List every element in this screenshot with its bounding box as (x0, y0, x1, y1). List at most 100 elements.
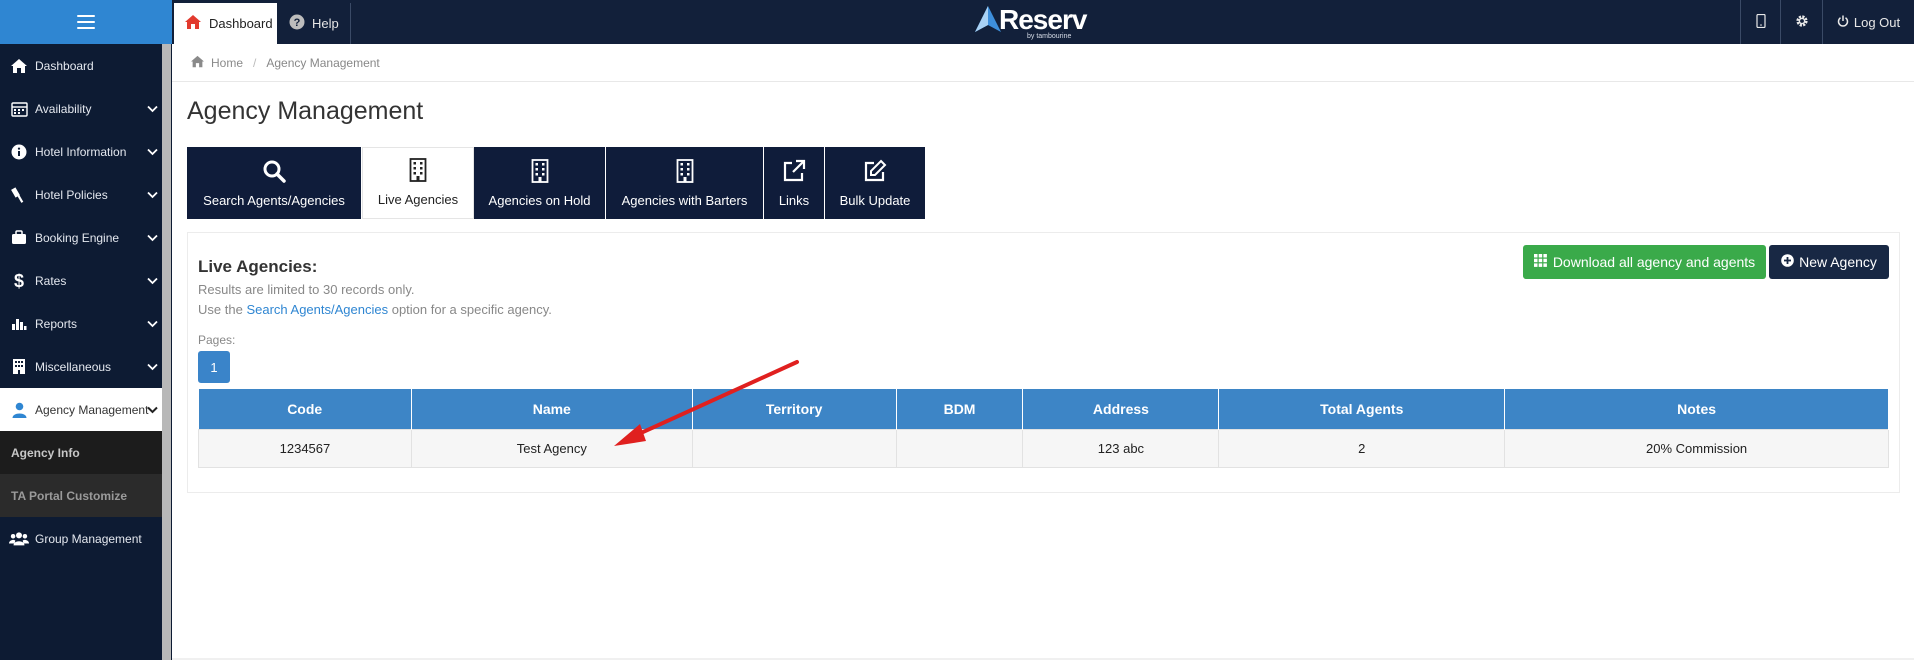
sidebar-item-label: Group Management (35, 531, 142, 546)
chevron-down-icon (147, 145, 158, 159)
new-agency-label: New Agency (1799, 254, 1877, 270)
chevron-down-icon (147, 403, 158, 417)
new-agency-button[interactable]: New Agency (1769, 245, 1889, 279)
sidebar-item-label: Agency Management (35, 402, 149, 417)
top-tab-help-label: Help (312, 16, 339, 31)
power-icon (1837, 15, 1849, 30)
breadcrumb-divider (172, 81, 1914, 82)
briefcase-icon (9, 228, 29, 248)
breadcrumb: Home / Agency Management (190, 55, 380, 71)
sidebar-subitem-label: TA Portal Customize (11, 488, 128, 503)
column-header-code[interactable]: Code (198, 389, 412, 429)
logout-label: Log Out (1853, 14, 1901, 30)
svg-text:$: $ (14, 272, 24, 290)
logout-button[interactable]: Log Out (1822, 0, 1914, 44)
cell-total-agents: 2 (1218, 428, 1506, 468)
page-1-button[interactable]: 1 (198, 351, 230, 383)
sidebar-item-agency-management[interactable]: Agency Management (0, 388, 162, 431)
column-header-address[interactable]: Address (1022, 389, 1220, 429)
tab-label: Search Agents/Agencies (203, 193, 345, 208)
top-tab-help[interactable]: ? Help (279, 3, 351, 44)
sidebar-item-hotel-information[interactable]: Hotel Information (0, 130, 162, 173)
sidebar-item-availability[interactable]: Availability (0, 87, 162, 130)
sidebar-item-label: Rates (35, 273, 67, 288)
sidebar-item-group-management[interactable]: Group Management (0, 517, 162, 560)
table-row[interactable]: 1234567 Test Agency 123 abc 2 20% Commis… (198, 428, 1889, 468)
tab-bulk-update[interactable]: Bulk Update (825, 147, 926, 219)
tablet-icon (1755, 13, 1766, 31)
agency-tabs: Search Agents/Agencies Live Agencies Age… (187, 147, 926, 219)
cell-code: 1234567 (198, 428, 412, 468)
chevron-down-icon (147, 274, 158, 288)
column-header-total-agents[interactable]: Total Agents (1218, 389, 1506, 429)
sidebar-scrollbar[interactable] (162, 44, 171, 660)
tablet-button[interactable] (1740, 0, 1780, 44)
sidebar-item-booking-engine[interactable]: Booking Engine (0, 216, 162, 259)
home-icon (9, 56, 29, 76)
download-all-button[interactable]: Download all agency and agents (1523, 245, 1766, 279)
sidebar-toggle-button[interactable] (0, 0, 172, 44)
cell-notes: 20% Commission (1504, 428, 1889, 468)
sidebar-item-label: Dashboard (35, 58, 94, 73)
home-icon (190, 55, 205, 71)
svg-text:?: ? (294, 17, 301, 29)
pages-label: Pages: (198, 333, 236, 347)
sidebar-item-label: Availability (35, 101, 92, 116)
note-prefix: Use the (198, 302, 243, 317)
info-circle-icon (9, 142, 29, 162)
sidebar-item-label: Miscellaneous (35, 359, 112, 374)
sidebar-item-miscellaneous[interactable]: Miscellaneous (0, 345, 162, 388)
panel-limit-note: Results are limited to 30 records only. (198, 282, 415, 297)
search-agents-link[interactable]: Search Agents/Agencies (246, 302, 388, 317)
tab-agencies-with-barters[interactable]: Agencies with Barters (606, 147, 764, 219)
sidebar-item-label: Hotel Information (35, 144, 127, 159)
page-title: Agency Management (187, 97, 424, 125)
sidebar-subitem-agency-info[interactable]: Agency Info (0, 431, 162, 474)
breadcrumb-home-link[interactable]: Home (190, 55, 243, 71)
cell-address: 123 abc (1022, 428, 1220, 468)
user-icon (9, 400, 29, 420)
tab-label: Links (778, 193, 810, 208)
logo-mark-icon (975, 6, 1001, 32)
grid-icon (1533, 254, 1547, 270)
chevron-down-icon (147, 317, 158, 331)
sidebar-item-hotel-policies[interactable]: Hotel Policies (0, 173, 162, 216)
table-header-row: Code Name Territory BDM Address Total Ag… (198, 389, 1889, 429)
panel-search-note: Use the Search Agents/Agencies option fo… (198, 302, 552, 317)
building-icon (9, 357, 29, 377)
tab-links[interactable]: Links (764, 147, 825, 219)
search-icon (262, 157, 286, 185)
tab-label: Bulk Update (839, 193, 911, 208)
logo-byline: by tambourine (1027, 33, 1072, 40)
cell-name: Test Agency (410, 428, 693, 468)
column-header-territory[interactable]: Territory (692, 389, 897, 429)
top-tab-dashboard[interactable]: Dashboard (174, 3, 277, 44)
dollar-icon: $ (9, 271, 29, 291)
logo-wordmark: Reserv (999, 4, 1087, 35)
sidebar-item-label: Reports (35, 316, 78, 331)
breadcrumb-home-label: Home (211, 56, 244, 70)
tab-agencies-on-hold[interactable]: Agencies on Hold (474, 147, 606, 219)
external-link-icon (782, 157, 806, 185)
breadcrumb-separator: / (253, 56, 257, 70)
sidebar-item-dashboard[interactable]: Dashboard (0, 44, 162, 87)
tab-search-agents-agencies[interactable]: Search Agents/Agencies (187, 147, 362, 219)
sidebar-subitem-ta-portal-customize[interactable]: TA Portal Customize (0, 474, 162, 517)
edit-icon (863, 157, 887, 185)
column-header-notes[interactable]: Notes (1504, 389, 1889, 429)
sidebar-item-reports[interactable]: Reports (0, 302, 162, 345)
building-icon (531, 157, 549, 185)
tab-label: Agencies on Hold (488, 193, 591, 208)
panel-heading: Live Agencies: (198, 257, 318, 276)
gavel-icon (9, 185, 29, 205)
column-header-bdm[interactable]: BDM (896, 389, 1024, 429)
breadcrumb-current: Agency Management (266, 56, 380, 70)
tab-live-agencies[interactable]: Live Agencies (362, 147, 474, 219)
settings-button[interactable] (1780, 0, 1822, 44)
calendar-icon (9, 99, 29, 119)
column-header-name[interactable]: Name (411, 389, 693, 429)
home-icon (184, 14, 202, 33)
sidebar-subitem-label: Agency Info (11, 445, 80, 460)
question-circle-icon: ? (289, 14, 305, 33)
sidebar-item-rates[interactable]: $ Rates (0, 259, 162, 302)
